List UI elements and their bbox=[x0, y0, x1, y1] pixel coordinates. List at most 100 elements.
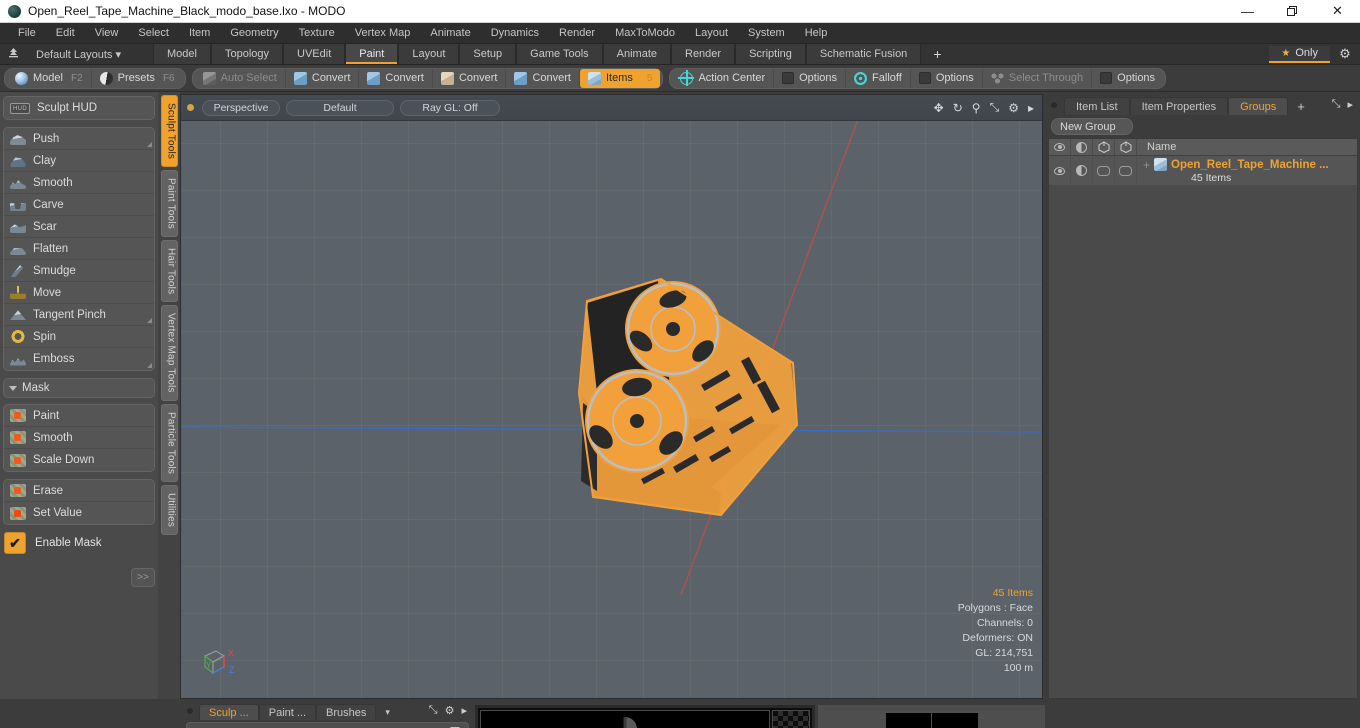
mode-model-button[interactable]: Model F2 bbox=[7, 68, 92, 88]
expand-panel-button[interactable]: >> bbox=[131, 568, 155, 587]
items-mode-button[interactable]: Items 5 bbox=[580, 68, 661, 88]
menu-edit[interactable]: Edit bbox=[46, 23, 85, 44]
expand-icon[interactable]: ⤡ bbox=[1332, 98, 1341, 111]
table-row[interactable]: + Open_Reel_Tape_Machine ... 45 Items bbox=[1049, 156, 1357, 186]
menu-animate[interactable]: Animate bbox=[420, 23, 480, 44]
fit-tool-icon[interactable]: ⤡ bbox=[990, 100, 1000, 115]
tool-move[interactable]: Move bbox=[4, 282, 154, 304]
tab-animate[interactable]: Animate bbox=[602, 44, 671, 64]
tab-setup[interactable]: Setup bbox=[459, 44, 517, 64]
tool-push[interactable]: Push bbox=[4, 128, 154, 150]
layout-tree-icon[interactable] bbox=[0, 47, 26, 61]
row-render1-toggle[interactable] bbox=[1093, 156, 1115, 185]
menu-dynamics[interactable]: Dynamics bbox=[481, 23, 549, 44]
menu-render[interactable]: Render bbox=[549, 23, 605, 44]
viewport-perspective-dropdown[interactable]: Perspective bbox=[202, 99, 280, 116]
minimize-button[interactable]: — bbox=[1225, 0, 1270, 22]
menu-select[interactable]: Select bbox=[128, 23, 179, 44]
action-center-button[interactable]: Action Center bbox=[672, 68, 775, 88]
new-group-button[interactable]: New Group bbox=[1051, 118, 1133, 135]
tab-model[interactable]: Model bbox=[153, 44, 211, 64]
zoom-tool-icon[interactable]: ⚲ bbox=[972, 101, 981, 115]
tool-scar[interactable]: Scar bbox=[4, 216, 154, 238]
menu-geometry[interactable]: Geometry bbox=[220, 23, 288, 44]
column-visibility-header[interactable] bbox=[1049, 139, 1071, 155]
mode-presets-button[interactable]: Presets F6 bbox=[92, 69, 183, 88]
row-expander[interactable]: + bbox=[1143, 158, 1150, 172]
menu-item[interactable]: Item bbox=[179, 23, 220, 44]
mask-tool-paint[interactable]: Paint bbox=[4, 405, 154, 427]
select-through-button[interactable]: Select Through bbox=[983, 68, 1093, 88]
tool-spin[interactable]: Spin bbox=[4, 326, 154, 348]
more-icon[interactable]: ▸ bbox=[1347, 98, 1353, 111]
tab-scripting[interactable]: Scripting bbox=[735, 44, 806, 64]
menu-help[interactable]: Help bbox=[795, 23, 838, 44]
viewport-raygl-dropdown[interactable]: Ray GL: Off bbox=[400, 99, 500, 116]
tool-carve[interactable]: Carve bbox=[4, 194, 154, 216]
select-through-options-button[interactable]: Options bbox=[1092, 69, 1163, 88]
tab-item-properties[interactable]: Item Properties bbox=[1129, 97, 1229, 115]
brush-selector[interactable]: (none) bbox=[186, 722, 469, 728]
mask-tool-scale-down[interactable]: Scale Down bbox=[4, 449, 154, 471]
action-center-options-button[interactable]: Options bbox=[774, 68, 847, 88]
thumbnail-item[interactable] bbox=[932, 712, 978, 728]
tool-flatten[interactable]: Flatten bbox=[4, 238, 154, 260]
vtab-hair-tools[interactable]: Hair Tools bbox=[160, 240, 178, 303]
brush-tabs-caret[interactable]: ▾ bbox=[376, 704, 399, 720]
thumbnail-item[interactable] bbox=[885, 712, 931, 728]
viewport-3d[interactable]: Perspective Default Ray GL: Off ✥ ↻ ⚲ ⤡ … bbox=[180, 94, 1043, 699]
tab-item-list[interactable]: Item List bbox=[1064, 97, 1130, 115]
maximize-button[interactable] bbox=[1270, 0, 1315, 22]
rotate-tool-icon[interactable]: ↻ bbox=[953, 101, 963, 115]
tab-groups[interactable]: Groups bbox=[1228, 97, 1289, 115]
enable-mask-row[interactable]: ✔ Enable Mask bbox=[4, 532, 155, 554]
only-toggle-button[interactable]: ★ Only bbox=[1269, 45, 1330, 63]
menu-view[interactable]: View bbox=[85, 23, 129, 44]
convert-edge-button[interactable]: Convert bbox=[359, 68, 433, 88]
menu-vertex-map[interactable]: Vertex Map bbox=[345, 23, 421, 44]
tool-smudge[interactable]: Smudge bbox=[4, 260, 154, 282]
move-tool-icon[interactable]: ✥ bbox=[934, 101, 944, 115]
tab-uvedit[interactable]: UVEdit bbox=[283, 44, 346, 64]
brush-profile-preview[interactable] bbox=[480, 710, 770, 728]
gear-icon[interactable]: ⚙ bbox=[445, 704, 455, 717]
row-shading-toggle[interactable] bbox=[1071, 156, 1093, 185]
menu-file[interactable]: File bbox=[8, 23, 46, 44]
axis-gizmo[interactable]: X Y Z bbox=[197, 642, 243, 682]
sculpt-hud-button[interactable]: HUD Sculpt HUD bbox=[4, 97, 154, 119]
vtab-sculpt-tools[interactable]: Sculpt Tools bbox=[160, 95, 178, 168]
vtab-utilities[interactable]: Utilities bbox=[160, 485, 178, 536]
default-layouts-dropdown[interactable]: Default Layouts ▾ bbox=[26, 48, 131, 61]
vtab-paint-tools[interactable]: Paint Tools bbox=[160, 170, 178, 238]
tab-layout[interactable]: Layout bbox=[398, 44, 460, 64]
convert-material-button[interactable]: Convert bbox=[506, 68, 580, 88]
menu-layout[interactable]: Layout bbox=[685, 23, 738, 44]
mask-tool-smooth[interactable]: Smooth bbox=[4, 427, 154, 449]
tab-paint[interactable]: Paint bbox=[345, 44, 399, 64]
falloff-options-button[interactable]: Options bbox=[911, 68, 983, 88]
mask-tool-set-value[interactable]: Set Value bbox=[4, 502, 154, 524]
auto-select-button[interactable]: Auto Select bbox=[195, 68, 286, 88]
tool-tangent-pinch[interactable]: Tangent Pinch bbox=[4, 304, 154, 326]
row-visibility-toggle[interactable] bbox=[1049, 156, 1071, 185]
brush-panel-menu-dot[interactable] bbox=[187, 708, 193, 714]
close-button[interactable]: ✕ bbox=[1315, 0, 1360, 22]
column-shading-header[interactable] bbox=[1071, 139, 1093, 155]
tab-game-tools[interactable]: Game Tools bbox=[516, 44, 603, 64]
more-icon[interactable]: ▸ bbox=[461, 704, 467, 717]
column-render2-header[interactable] bbox=[1115, 139, 1137, 155]
menu-maxtomodo[interactable]: MaxToModo bbox=[605, 23, 685, 44]
viewport-gear-icon[interactable]: ⚙ bbox=[1008, 101, 1019, 115]
tab-sculpt-brush[interactable]: Sculp ... bbox=[199, 704, 259, 720]
expand-icon[interactable]: ⤡ bbox=[429, 704, 438, 717]
gear-icon[interactable]: ⚙ bbox=[1330, 46, 1360, 62]
mask-section-header[interactable]: Mask bbox=[3, 378, 155, 398]
tool-clay[interactable]: Clay bbox=[4, 150, 154, 172]
column-render1-header[interactable] bbox=[1093, 139, 1115, 155]
tab-paint-brush[interactable]: Paint ... bbox=[258, 704, 317, 720]
row-render2-toggle[interactable] bbox=[1115, 156, 1137, 185]
menu-texture[interactable]: Texture bbox=[289, 23, 345, 44]
viewport-menu-dot[interactable] bbox=[187, 104, 194, 111]
vtab-particle-tools[interactable]: Particle Tools bbox=[160, 404, 178, 483]
tab-brushes[interactable]: Brushes bbox=[316, 704, 377, 720]
